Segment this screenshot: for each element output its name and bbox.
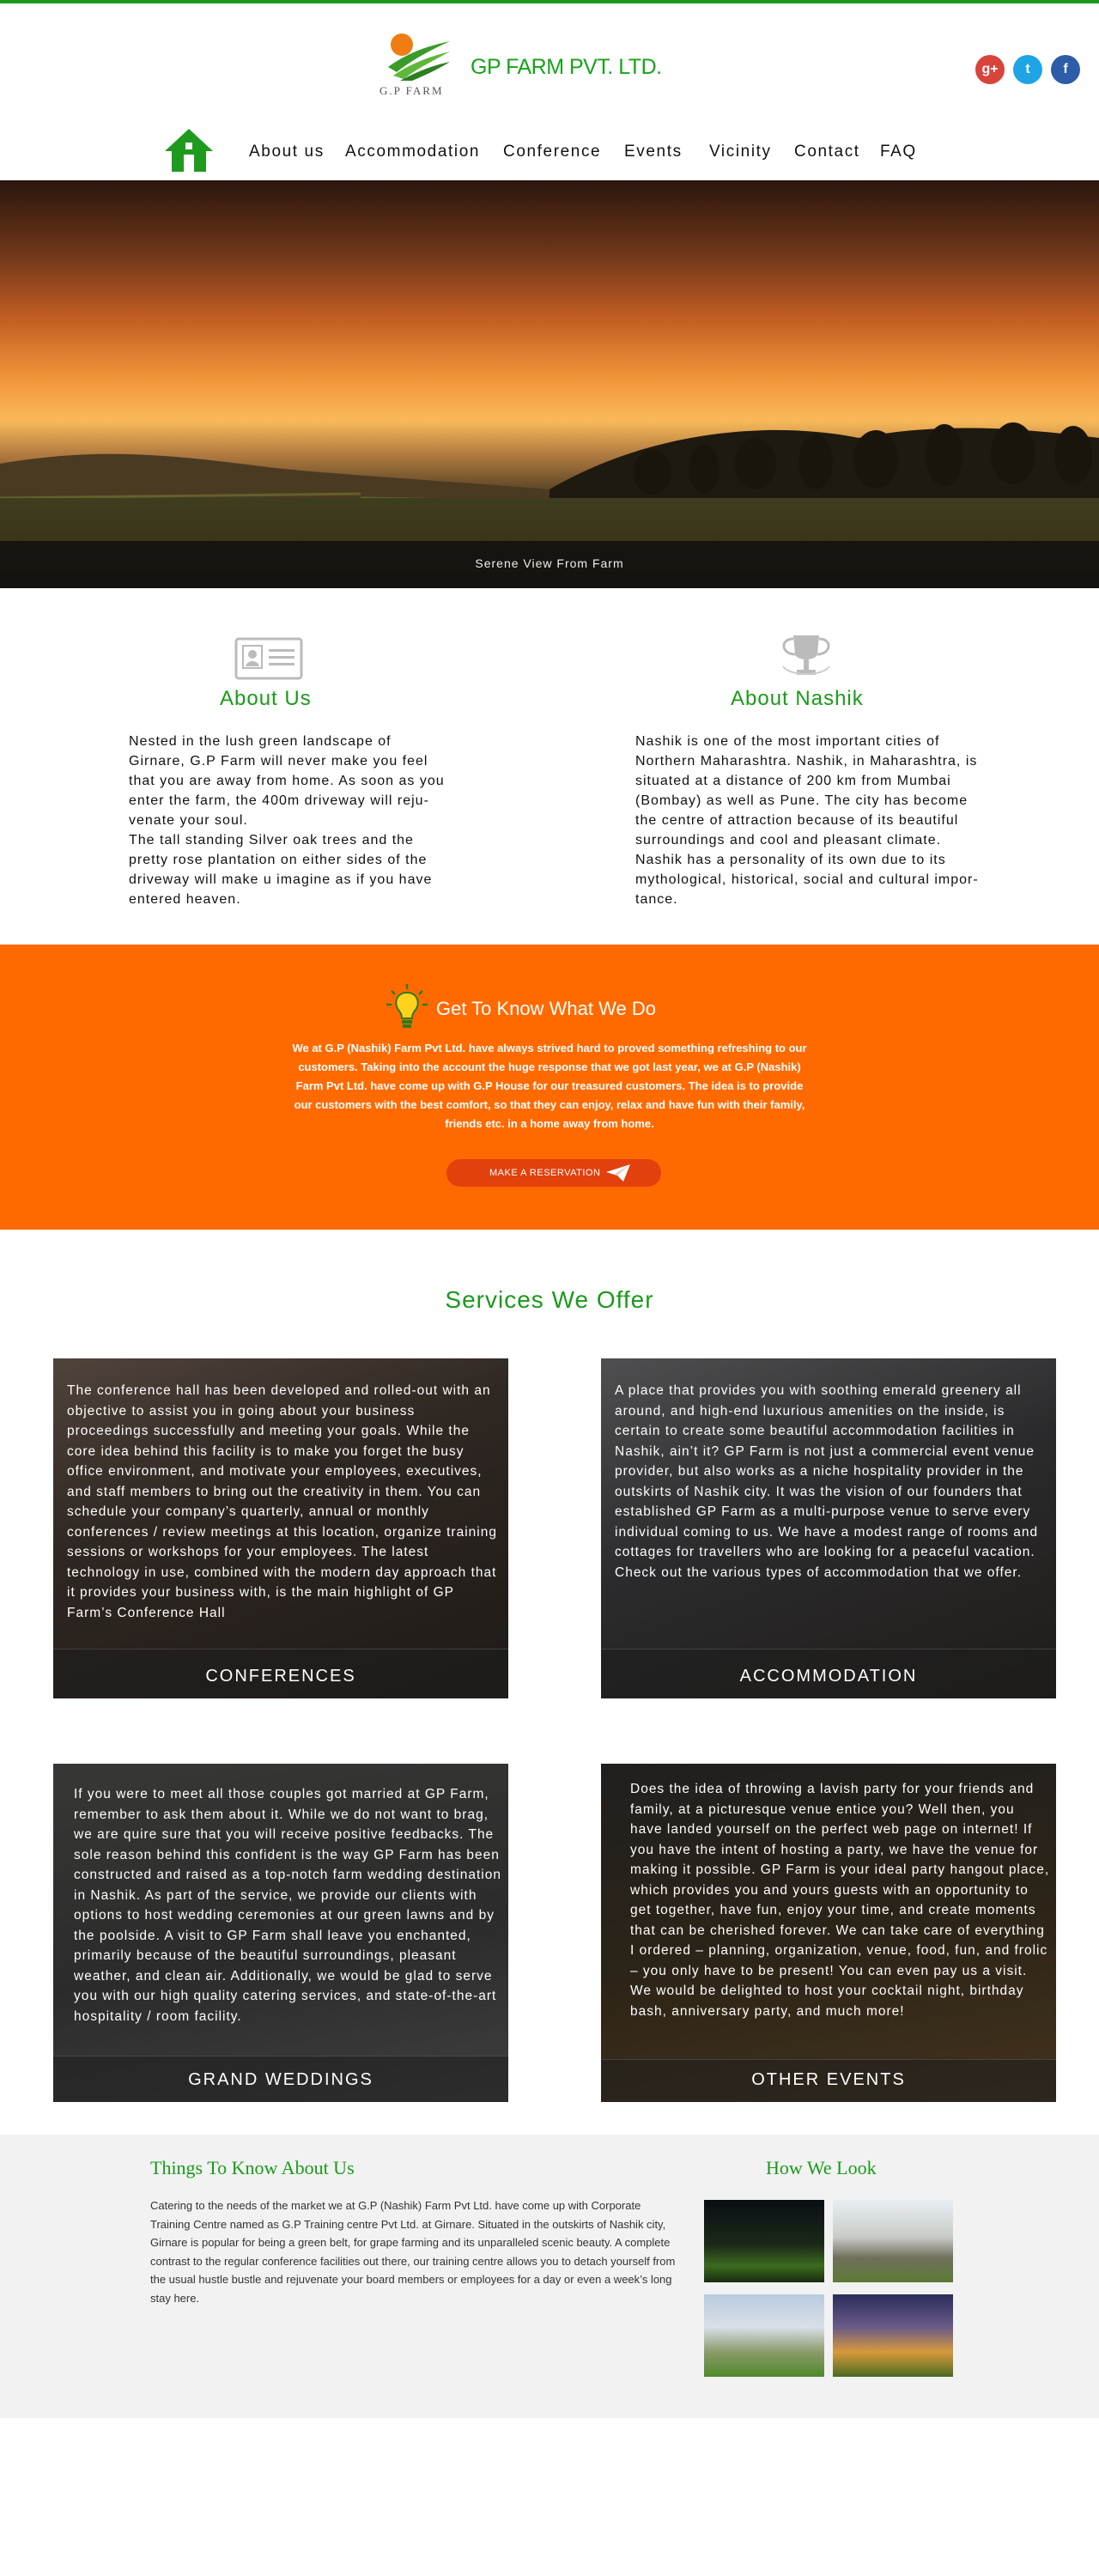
service-card-accommodation[interactable]: A place that provides you with soothing … — [601, 1358, 1056, 1698]
site-header: G.P FARM GP FARM PVT. LTD. g+ t f About … — [0, 3, 1099, 180]
home-icon[interactable] — [163, 127, 215, 173]
logo-subtext: G.P FARM — [379, 84, 444, 97]
what-we-do-text: We at G.P (Nashik) Farm Pvt Ltd. have al… — [292, 1042, 807, 1130]
gallery-thumb-night-lawn[interactable] — [704, 2200, 824, 2282]
about-us-title: About Us — [220, 687, 312, 710]
make-reservation-label: MAKE A RESERVATION — [489, 1168, 601, 1178]
trophy-icon — [776, 632, 836, 686]
service-card-text: If you were to meet all those couples go… — [74, 1787, 501, 2024]
service-card-label: GRAND WEDDINGS — [188, 2070, 373, 2089]
service-card-text: The conference hall has been developed a… — [67, 1383, 497, 1620]
nav-conference[interactable]: Conference — [503, 143, 601, 161]
nav-accommodation[interactable]: Accommodation — [345, 143, 480, 161]
service-card-label: ACCOMMODATION — [739, 1667, 918, 1686]
google-plus-icon[interactable]: g+ — [975, 55, 1005, 84]
lightbulb-icon — [386, 984, 428, 1033]
nav-faq[interactable]: FAQ — [880, 143, 917, 161]
what-we-do-title: Get To Know What We Do — [436, 998, 656, 1019]
things-to-know-text: Catering to the needs of the market we a… — [150, 2199, 676, 2305]
nav-about-us[interactable]: About us — [249, 143, 325, 161]
about-nashik-text: Nashik is one of the most important citi… — [635, 734, 979, 907]
how-we-look-title: How We Look — [766, 2157, 877, 2178]
gallery-thumb-garden[interactable] — [704, 2294, 824, 2377]
id-card-icon — [234, 637, 303, 684]
twitter-icon[interactable]: t — [1013, 55, 1042, 84]
paper-plane-icon — [606, 1164, 630, 1182]
service-card-conferences[interactable]: The conference hall has been developed a… — [53, 1358, 508, 1698]
service-card-grand-weddings[interactable]: If you were to meet all those couples go… — [53, 1764, 508, 2102]
services-title: Services We Offer — [445, 1286, 654, 1313]
about-nashik-title: About Nashik — [731, 687, 864, 710]
gallery-thumb-dusk-lawn[interactable] — [833, 2294, 953, 2377]
service-card-text: Does the idea of throwing a lavish party… — [630, 1782, 1050, 2019]
about-us-text: Nested in the lush green landscape of Gi… — [129, 734, 445, 907]
make-reservation-button[interactable]: MAKE A RESERVATION — [446, 1159, 661, 1187]
facebook-icon[interactable]: f — [1051, 55, 1080, 84]
service-card-label: CONFERENCES — [205, 1667, 356, 1686]
service-card-other-events[interactable]: Does the idea of throwing a lavish party… — [601, 1764, 1056, 2102]
nav-vicinity[interactable]: Vicinity — [709, 143, 772, 161]
hero-caption: Serene View From Farm — [475, 556, 624, 570]
service-card-text: A place that provides you with soothing … — [615, 1383, 1039, 1580]
nav-contact[interactable]: Contact — [794, 143, 860, 161]
gallery-thumb-building[interactable] — [833, 2200, 953, 2282]
hero-landscape-image — [0, 422, 1099, 524]
logo-emblem-icon — [388, 33, 450, 81]
service-card-label: OTHER EVENTS — [751, 2070, 906, 2089]
brand-name[interactable]: GP FARM PVT. LTD. — [471, 55, 662, 80]
things-to-know-title: Things To Know About Us — [150, 2157, 355, 2178]
site-logo[interactable]: G.P FARM — [376, 27, 462, 101]
main-navigation: About us Accommodation Conference Events… — [0, 124, 1099, 175]
nav-events[interactable]: Events — [624, 143, 683, 161]
hero-banner: Serene View From Farm — [0, 180, 1099, 588]
